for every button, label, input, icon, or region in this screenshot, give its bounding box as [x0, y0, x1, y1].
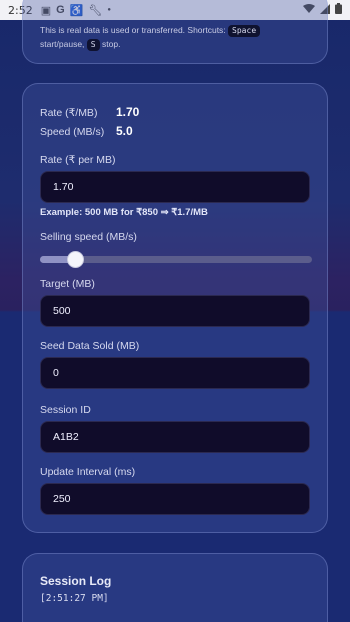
rate-example: Example: 500 MB for ₹850 ⇒ ₹1.7/MB	[40, 207, 208, 218]
seed-label: Seed Data Sold (MB)	[40, 340, 140, 352]
speed-slider[interactable]	[40, 251, 312, 268]
hint-text-mid: start/pause,	[40, 39, 85, 49]
speed-stat: Speed (MB/s) 5.0	[40, 124, 133, 138]
settings-card: Rate (₹/MB) 1.70 Speed (MB/s) 5.0 Rate (…	[22, 83, 328, 533]
speed-stat-label: Speed (MB/s)	[40, 126, 105, 138]
seed-input[interactable]: 0	[40, 357, 310, 389]
interval-input[interactable]: 250	[40, 483, 310, 515]
info-card: This is real data is used or transferred…	[22, 0, 328, 64]
battery-icon	[335, 3, 342, 17]
hint-text: This is real data is used or transferred…	[40, 25, 226, 35]
rate-stat-value: 1.70	[116, 105, 140, 119]
rate-stat-label: Rate (₹/MB)	[40, 107, 98, 119]
session-log-title: Session Log	[40, 574, 112, 588]
rate-stat: Rate (₹/MB) 1.70	[40, 105, 139, 119]
space-key: Space	[228, 25, 261, 37]
log-entry: [2:51:27 PM]	[40, 593, 109, 604]
rate-input[interactable]: 1.70	[40, 171, 310, 203]
rate-input-label: Rate (₹ per MB)	[40, 154, 116, 166]
target-label: Target (MB)	[40, 278, 95, 290]
interval-label: Update Interval (ms)	[40, 466, 136, 478]
hint-text-end: stop.	[102, 39, 121, 49]
speed-stat-value: 5.0	[116, 124, 133, 138]
speed-slider-thumb[interactable]	[66, 251, 84, 268]
session-log-card: Session Log [2:51:27 PM]	[22, 553, 328, 622]
speed-slider-label: Selling speed (MB/s)	[40, 231, 137, 243]
s-key: S	[86, 39, 100, 51]
shortcut-hint: This is real data is used or transferred…	[40, 23, 320, 51]
target-input[interactable]: 500	[40, 295, 310, 327]
session-id-label: Session ID	[40, 404, 91, 416]
session-id-input[interactable]: A1B2	[40, 421, 310, 453]
